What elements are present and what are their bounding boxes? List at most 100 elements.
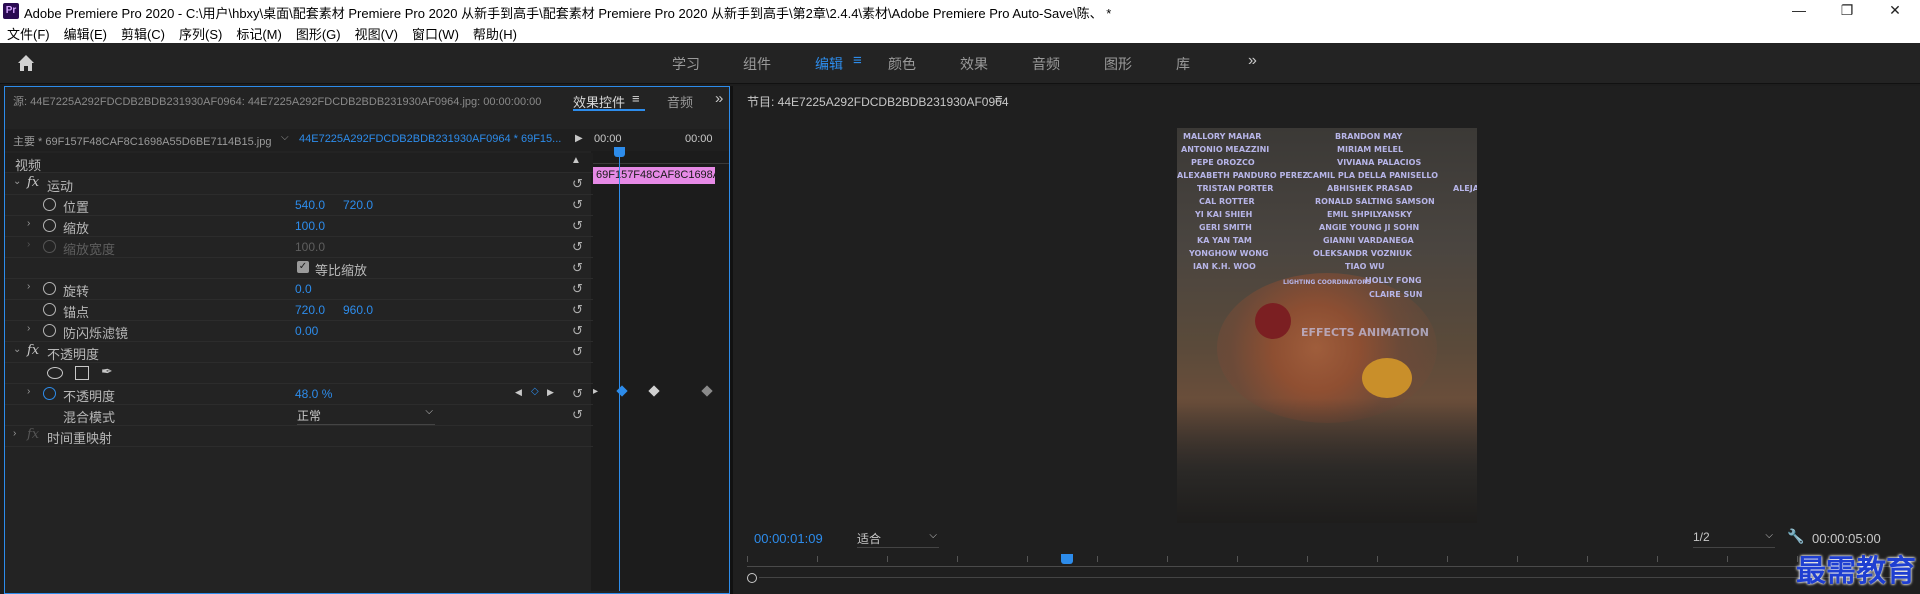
clip-bar[interactable]: 69F157F48CAF8C1698A: [593, 167, 715, 184]
rotation-value[interactable]: 0.0: [295, 282, 312, 296]
pen-mask-icon[interactable]: ✒: [101, 363, 113, 380]
workspace-audio[interactable]: 音频: [1032, 54, 1060, 74]
workspace-assembly[interactable]: 组件: [743, 54, 771, 74]
stopwatch-icon[interactable]: [43, 219, 56, 232]
minimize-button[interactable]: —: [1776, 0, 1822, 22]
effect-timeline[interactable]: 69F157F48CAF8C1698A: [591, 147, 729, 591]
fx-icon[interactable]: fx: [27, 175, 39, 190]
antiflicker-value[interactable]: 0.00: [295, 324, 318, 338]
menu-window[interactable]: 窗口(W): [405, 22, 466, 43]
keyframe-selected[interactable]: [616, 385, 628, 397]
fx-icon[interactable]: fx: [27, 343, 39, 358]
resolution-select[interactable]: 1/2 ⌵: [1693, 530, 1775, 548]
workspace-menu-icon[interactable]: ≡: [853, 52, 862, 69]
opacity-keyframe-track[interactable]: ▸: [593, 383, 723, 404]
expand-chevron-icon[interactable]: ›: [27, 218, 30, 229]
video-frame[interactable]: MALLORY MAHAR BRANDON MAY ANTONIO MEAZZI…: [1177, 128, 1477, 523]
expand-chevron-icon[interactable]: ⌄: [13, 176, 21, 187]
menu-sequence[interactable]: 序列(S): [172, 22, 229, 43]
audio-tab[interactable]: 音频: [667, 92, 693, 111]
zoom-scroll-start-handle[interactable]: [747, 573, 757, 583]
current-timecode[interactable]: 00:00:01:09: [754, 531, 823, 546]
home-icon[interactable]: [14, 51, 38, 75]
expand-chevron-icon[interactable]: ⌄: [13, 344, 21, 355]
opacity-group-row[interactable]: ⌄ fx 不透明度 ↺: [5, 341, 593, 363]
playhead-handle[interactable]: [1061, 554, 1073, 564]
reset-icon[interactable]: ↺: [572, 260, 583, 276]
chevron-down-icon: ⌵: [929, 530, 937, 541]
keyframe[interactable]: [648, 385, 660, 397]
keyframe-end[interactable]: [701, 385, 713, 397]
program-menu-icon[interactable]: ≡: [995, 91, 1003, 106]
next-keyframe-icon[interactable]: ▶: [547, 387, 554, 398]
blend-mode-select[interactable]: 正常 ⌵: [297, 406, 435, 425]
panel-divider[interactable]: [730, 86, 733, 594]
stopwatch-icon[interactable]: [43, 303, 56, 316]
stopwatch-icon[interactable]: [43, 324, 56, 337]
reset-icon[interactable]: ↺: [572, 302, 583, 318]
reset-icon[interactable]: ↺: [572, 386, 583, 402]
anchor-x-value[interactable]: 720.0: [295, 303, 325, 317]
rectangle-mask-icon[interactable]: [75, 366, 89, 380]
time-remap-row[interactable]: › fx 时间重映射: [5, 425, 593, 447]
playhead-handle[interactable]: [614, 147, 625, 157]
workspace-graphics[interactable]: 图形: [1104, 54, 1132, 74]
wrench-icon[interactable]: 🔧: [1787, 528, 1804, 545]
effect-controls-menu-icon[interactable]: ≡: [632, 91, 640, 106]
workspace-learn[interactable]: 学习: [672, 54, 700, 74]
workspace-more-icon[interactable]: »: [1248, 52, 1257, 70]
menu-graphics[interactable]: 图形(G): [289, 22, 348, 43]
menu-edit[interactable]: 编辑(E): [57, 22, 114, 43]
stopwatch-icon[interactable]: [43, 198, 56, 211]
credit-name: BRANDON MAY: [1335, 132, 1403, 141]
opacity-value[interactable]: 48.0 %: [295, 387, 332, 401]
expand-chevron-icon[interactable]: ›: [27, 323, 30, 334]
reset-icon[interactable]: ↺: [572, 323, 583, 339]
reset-icon[interactable]: ↺: [572, 197, 583, 213]
playhead-line[interactable]: [619, 151, 620, 591]
uniform-scale-checkbox[interactable]: ✓: [297, 261, 309, 273]
program-title[interactable]: 节目: 44E7225A292FDCDB2BDB231930AF0964: [747, 93, 1009, 110]
menu-help[interactable]: 帮助(H): [466, 22, 524, 43]
stopwatch-icon[interactable]: [43, 282, 56, 295]
workspace-color[interactable]: 颜色: [888, 54, 916, 74]
position-x-value[interactable]: 540.0: [295, 198, 325, 212]
add-keyframe-icon[interactable]: ◇: [531, 386, 539, 397]
maximize-button[interactable]: ❐: [1824, 0, 1870, 22]
time-ruler[interactable]: [747, 556, 1907, 567]
position-y-value[interactable]: 720.0: [343, 198, 373, 212]
menu-view[interactable]: 视图(V): [348, 22, 405, 43]
workspace-libraries[interactable]: 库: [1176, 54, 1190, 74]
expand-chevron-icon[interactable]: ›: [27, 281, 30, 292]
fit-select[interactable]: 适合 ⌵: [857, 530, 939, 548]
expand-chevron-icon[interactable]: ›: [27, 386, 30, 397]
collapse-up-icon[interactable]: ▲: [571, 155, 581, 166]
reset-icon[interactable]: ↺: [572, 281, 583, 297]
zoom-scroll-bar[interactable]: [759, 577, 1899, 578]
scale-value[interactable]: 100.0: [295, 219, 325, 233]
source-tab[interactable]: 源: 44E7225A292FDCDB2BDB231930AF0964: 44E…: [13, 93, 541, 109]
menu-file[interactable]: 文件(F): [0, 22, 57, 43]
workspace-effects[interactable]: 效果: [960, 54, 988, 74]
prev-keyframe-icon[interactable]: ◀: [515, 387, 522, 398]
menu-clip[interactable]: 剪辑(C): [114, 22, 172, 43]
workspace-editing[interactable]: 编辑: [815, 54, 843, 74]
stopwatch-active-icon[interactable]: [43, 387, 56, 400]
panel-more-icon[interactable]: »: [715, 90, 723, 107]
reset-icon[interactable]: ↺: [572, 218, 583, 234]
menu-markers[interactable]: 标记(M): [229, 22, 289, 43]
reset-icon[interactable]: ↺: [572, 344, 583, 360]
time-ruler[interactable]: [591, 151, 729, 164]
sequence-clip-label[interactable]: 44E7225A292FDCDB2BDB231930AF0964 * 69F15…: [299, 133, 561, 145]
motion-row[interactable]: ⌄ fx 运动 ↺: [5, 173, 593, 195]
ellipse-mask-icon[interactable]: [47, 367, 63, 379]
expand-chevron-icon[interactable]: ›: [13, 428, 16, 439]
play-only-icon[interactable]: ▶: [575, 133, 583, 144]
master-clip-label[interactable]: 主要 * 69F157F48CAF8C1698A55D6BE7114B15.jp…: [13, 133, 271, 149]
chevron-down-icon[interactable]: ⌵: [281, 132, 289, 143]
reset-icon[interactable]: ↺: [572, 407, 583, 423]
reset-icon[interactable]: ↺: [572, 239, 583, 255]
anchor-y-value[interactable]: 960.0: [343, 303, 373, 317]
reset-icon[interactable]: ↺: [572, 176, 583, 192]
close-button[interactable]: ✕: [1872, 0, 1918, 22]
